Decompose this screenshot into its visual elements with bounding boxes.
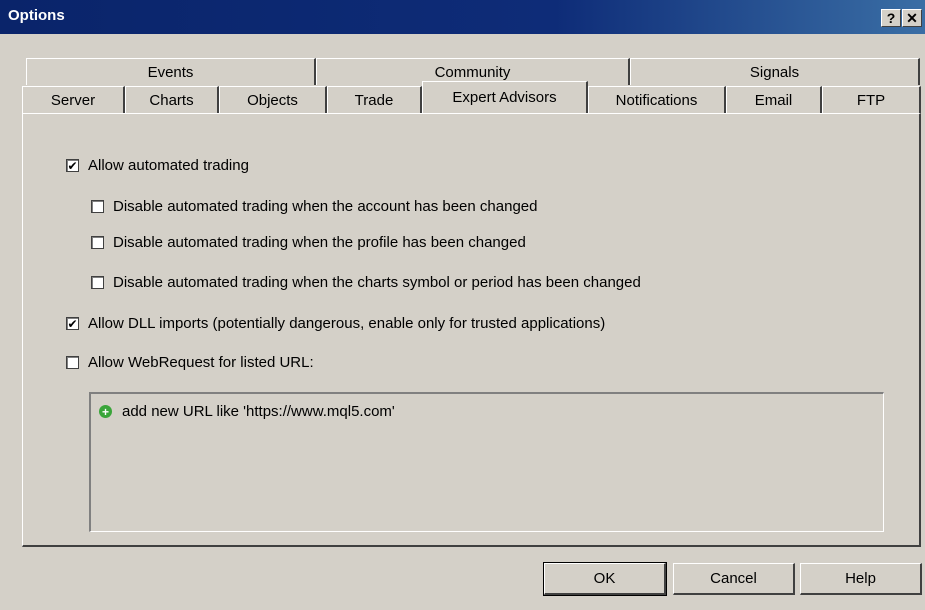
allow-webrequest-checkbox[interactable] <box>66 356 79 369</box>
help-button[interactable]: Help <box>800 563 922 595</box>
option-label: Disable automated trading when the chart… <box>113 274 641 291</box>
disable-on-profile-change-checkbox[interactable] <box>91 236 104 249</box>
add-plus-icon: + <box>99 405 112 418</box>
ok-button[interactable]: OK <box>543 562 667 596</box>
tab-server[interactable]: Server <box>22 86 125 113</box>
window-title: Options <box>8 7 65 24</box>
option-label: Disable automated trading when the accou… <box>113 198 538 215</box>
tab-email[interactable]: Email <box>726 86 822 113</box>
tab-notifications[interactable]: Notifications <box>588 86 726 113</box>
option-label: Allow WebRequest for listed URL: <box>88 354 314 371</box>
tab-objects[interactable]: Objects <box>219 86 327 113</box>
disable-on-symbol-change-checkbox[interactable] <box>91 276 104 289</box>
tab-events[interactable]: Events <box>26 58 316 85</box>
tab-trade[interactable]: Trade <box>327 86 422 113</box>
disable-on-account-change-checkbox[interactable] <box>91 200 104 213</box>
disable-on-symbol-change-option[interactable]: Disable automated trading when the chart… <box>91 274 641 291</box>
disable-on-profile-change-option[interactable]: Disable automated trading when the profi… <box>91 234 526 251</box>
title-bar: Options ? ✕ <box>0 0 925 34</box>
close-title-button[interactable]: ✕ <box>902 9 922 27</box>
allow-dll-imports-checkbox[interactable]: ✔ <box>66 317 79 330</box>
url-list[interactable]: + add new URL like 'https://www.mql5.com… <box>89 392 884 532</box>
tab-ftp[interactable]: FTP <box>822 86 921 113</box>
add-url-prompt: add new URL like 'https://www.mql5.com' <box>122 403 395 420</box>
cancel-button[interactable]: Cancel <box>673 563 795 595</box>
tab-signals[interactable]: Signals <box>630 58 920 85</box>
allow-automated-trading-checkbox[interactable]: ✔ <box>66 159 79 172</box>
disable-on-account-change-option[interactable]: Disable automated trading when the accou… <box>91 198 537 215</box>
option-label: Allow automated trading <box>88 157 249 174</box>
allow-webrequest-option[interactable]: Allow WebRequest for listed URL: <box>66 354 314 371</box>
add-url-item[interactable]: + add new URL like 'https://www.mql5.com… <box>99 403 395 420</box>
tab-expert-advisors[interactable]: Expert Advisors <box>422 81 588 113</box>
option-label: Allow DLL imports (potentially dangerous… <box>88 315 606 332</box>
option-label: Disable automated trading when the profi… <box>113 234 526 251</box>
help-title-button[interactable]: ? <box>881 9 901 27</box>
allow-automated-trading-option[interactable]: ✔ Allow automated trading <box>66 157 249 174</box>
tab-charts[interactable]: Charts <box>125 86 219 113</box>
allow-dll-imports-option[interactable]: ✔ Allow DLL imports (potentially dangero… <box>66 315 605 332</box>
